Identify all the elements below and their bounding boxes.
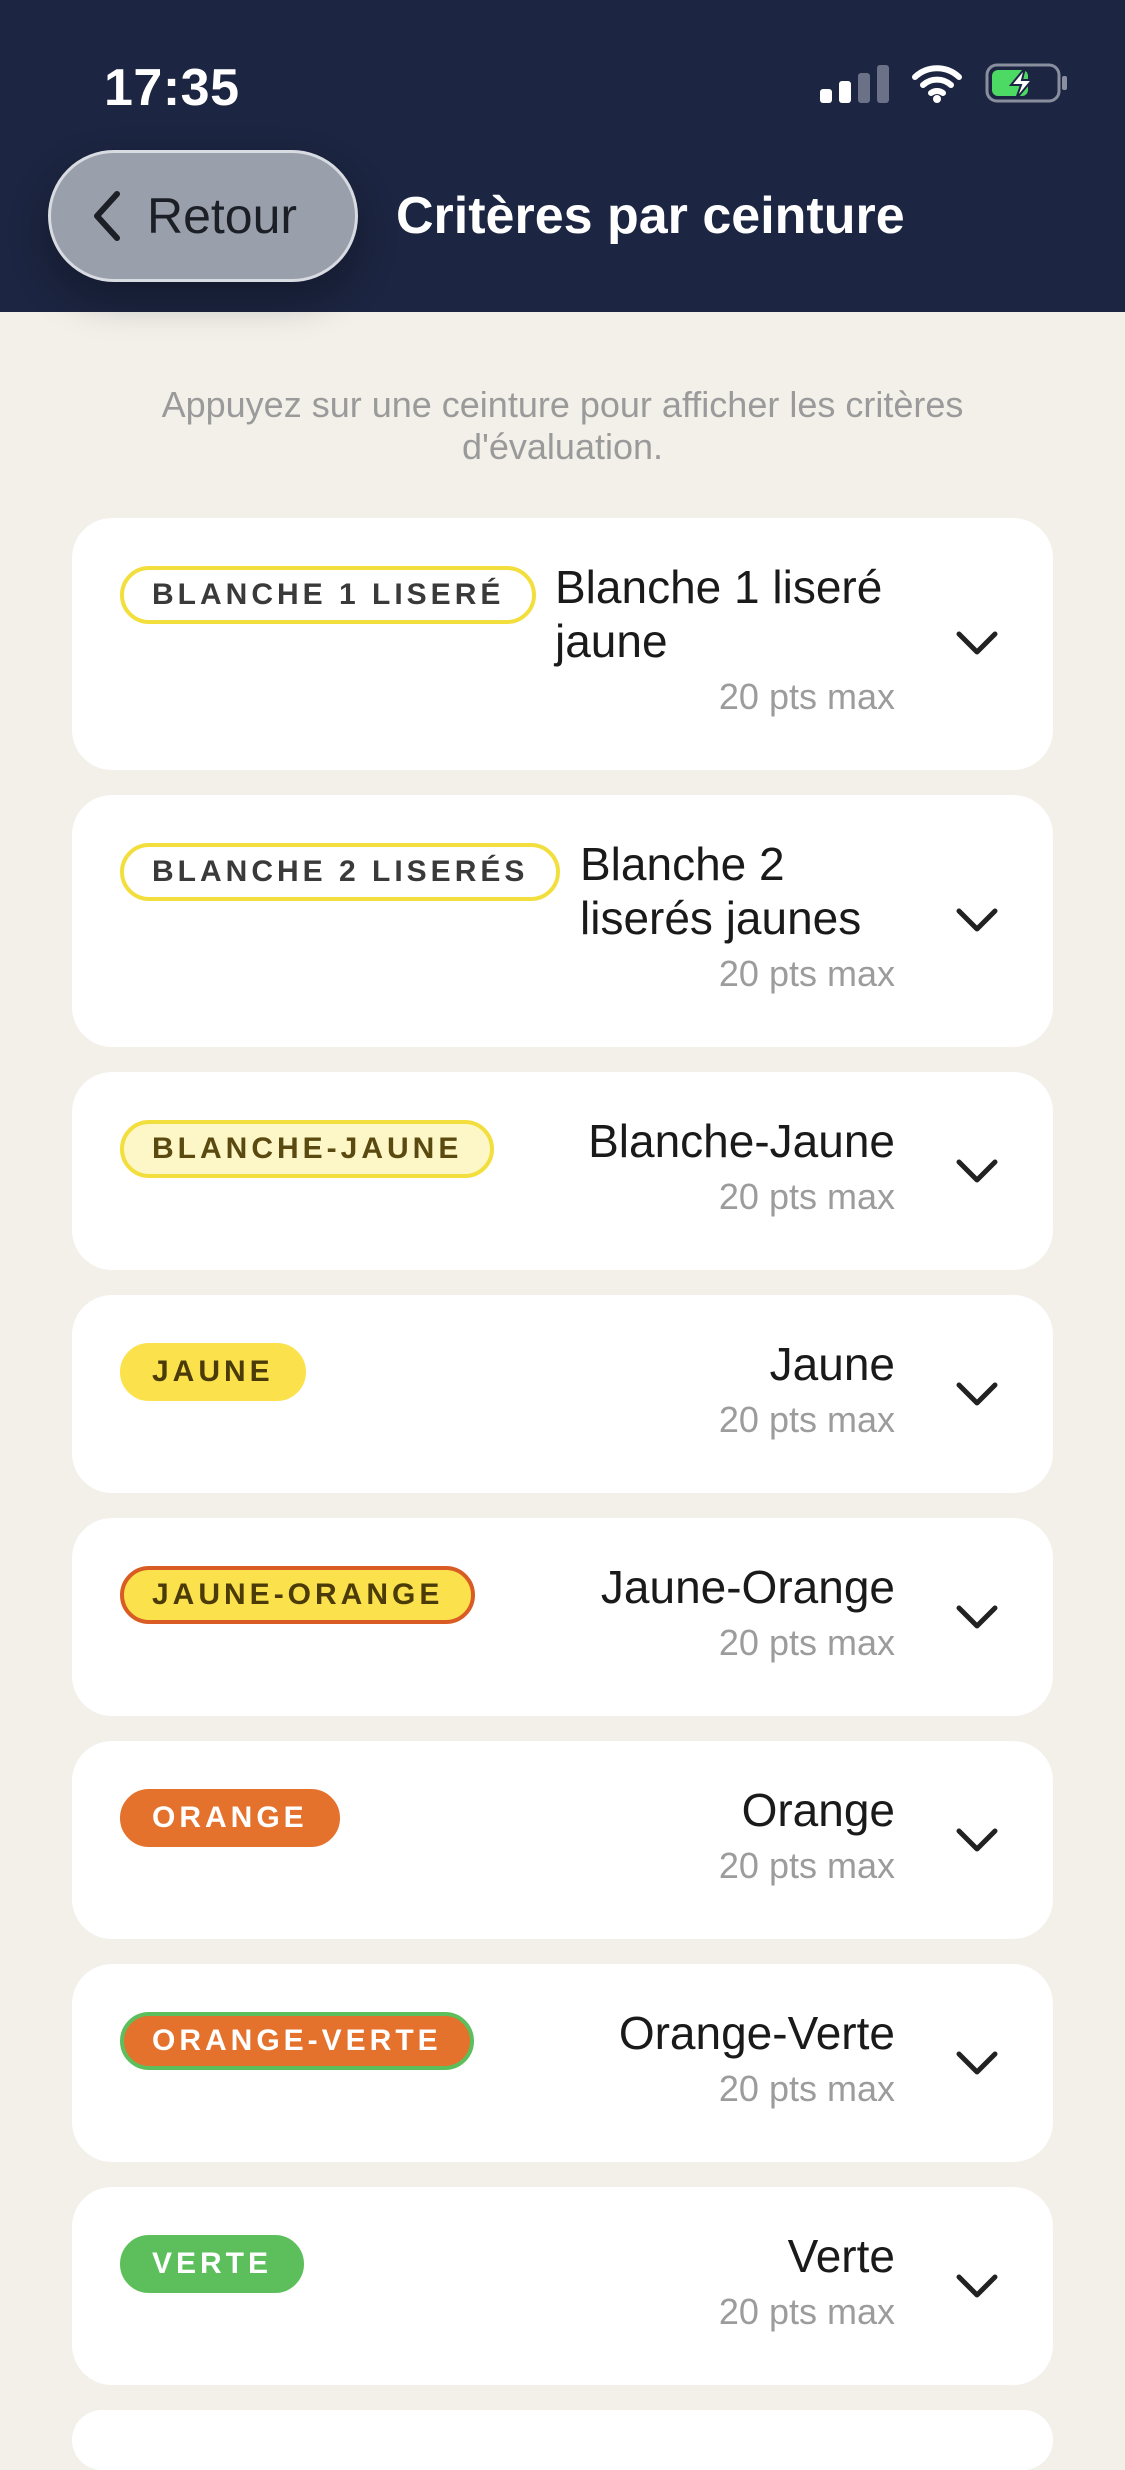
belt-badge: ORANGE-VERTE (120, 2012, 474, 2070)
chevron-down-icon (956, 1382, 998, 1406)
belt-name: Orange-Verte (618, 2007, 895, 2059)
belt-card-partial[interactable] (72, 2410, 1053, 2470)
belt-badge: BLANCHE 1 LISERÉ (120, 566, 537, 624)
belt-badge: JAUNE-ORANGE (120, 1566, 476, 1624)
belt-badge: JAUNE (120, 1343, 306, 1401)
belt-points: 20 pts max (718, 2068, 895, 2109)
status-icons (820, 62, 1069, 104)
belt-points: 20 pts max (718, 1176, 895, 1217)
battery-charging-icon (985, 63, 1067, 103)
belt-card[interactable]: BLANCHE 1 LISERÉ Blanche 1 liseré jaune … (72, 518, 1053, 770)
belt-name: Blanche 1 liseré jaune (555, 561, 883, 667)
belt-card[interactable]: JAUNE-ORANGE Jaune-Orange 20 pts max (72, 1518, 1053, 1716)
belt-name: Jaune-Orange (600, 1561, 895, 1613)
app-header: 17:35 Retour Critères par ceinture (0, 0, 1125, 312)
belt-name: Jaune (769, 1338, 895, 1390)
cellular-signal-icon (820, 63, 889, 103)
chevron-down-icon (956, 1159, 998, 1183)
belt-name: Blanche 2 liserés jaunes (580, 838, 862, 944)
belt-badge: ORANGE (120, 1789, 340, 1847)
chevron-left-icon (94, 191, 120, 241)
status-time: 17:35 (104, 59, 240, 117)
chevron-down-icon (956, 631, 998, 655)
belt-points: 20 pts max (718, 1845, 895, 1886)
belt-badge: BLANCHE-JAUNE (120, 1120, 495, 1178)
page-title: Critères par ceinture (396, 187, 905, 245)
belt-card[interactable]: BLANCHE-JAUNE Blanche-Jaune 20 pts max (72, 1072, 1053, 1270)
chevron-down-icon (956, 1828, 998, 1852)
back-button-label: Retour (147, 188, 298, 244)
belt-points: 20 pts max (718, 953, 895, 994)
back-button[interactable]: Retour (48, 150, 358, 282)
chevron-down-icon (956, 908, 998, 932)
belt-name: Blanche-Jaune (588, 1115, 895, 1167)
chevron-down-icon (956, 2051, 998, 2075)
belt-points: 20 pts max (718, 1622, 895, 1663)
belt-card[interactable]: ORANGE Orange 20 pts max (72, 1741, 1053, 1939)
instruction-text: Appuyez sur une ceinture pour afficher l… (161, 384, 964, 467)
belt-card[interactable]: VERTE Verte 20 pts max (72, 2187, 1053, 2385)
chevron-down-icon (956, 2274, 998, 2298)
wifi-icon (912, 65, 962, 103)
belt-points: 20 pts max (718, 2291, 895, 2332)
belt-name: Verte (787, 2230, 895, 2282)
belt-points: 20 pts max (718, 1399, 895, 1440)
chevron-down-icon (956, 1605, 998, 1629)
belt-card[interactable]: JAUNE Jaune 20 pts max (72, 1295, 1053, 1493)
belt-badge: BLANCHE 2 LISERÉS (120, 843, 561, 901)
belt-points: 20 pts max (718, 676, 895, 717)
belt-card[interactable]: BLANCHE 2 LISERÉS Blanche 2 liserés jaun… (72, 795, 1053, 1047)
belt-badge: VERTE (120, 2235, 305, 2293)
belt-name: Orange (741, 1784, 895, 1836)
belt-card[interactable]: ORANGE-VERTE Orange-Verte 20 pts max (72, 1964, 1053, 2162)
